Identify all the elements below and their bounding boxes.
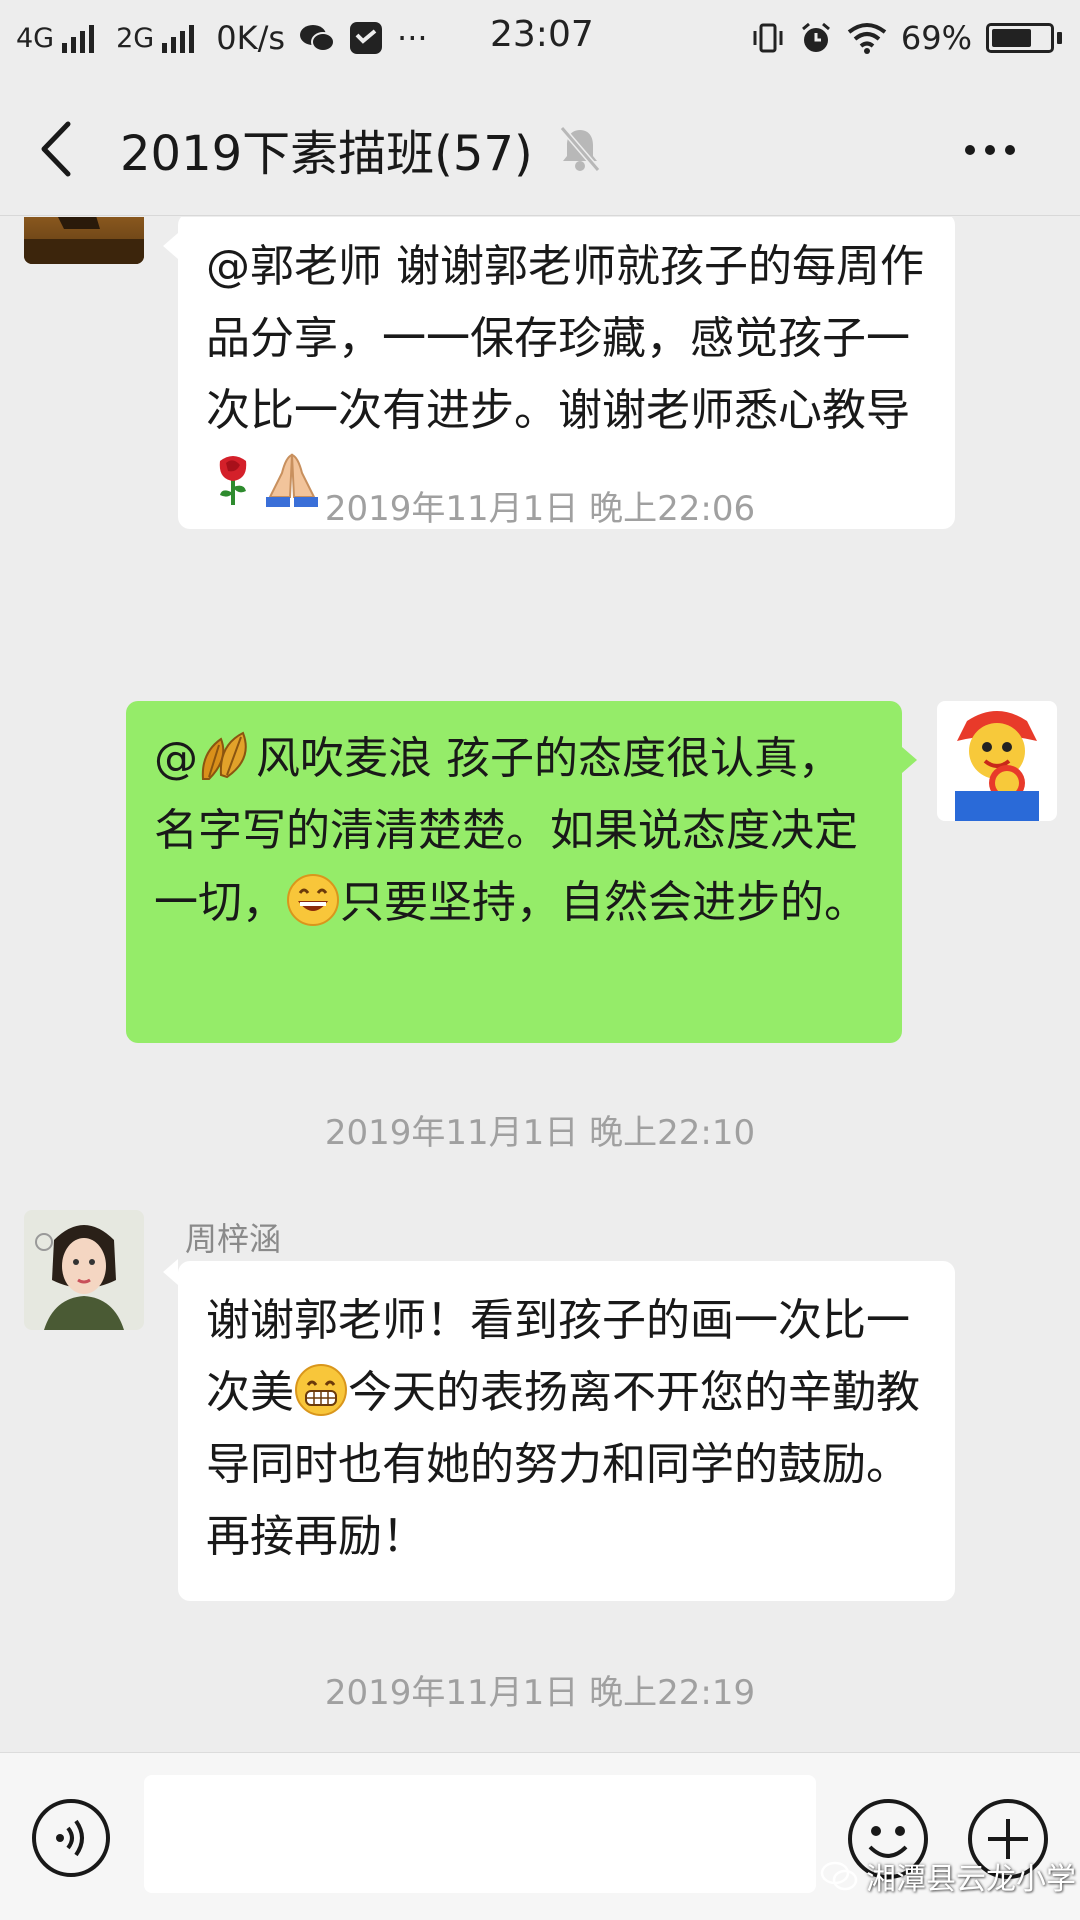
message-timestamp: 2019年11月1日 晚上22:19 <box>324 1673 756 1713</box>
more-notifications: ··· <box>397 19 428 57</box>
cartoon-dragon-avatar <box>937 701 1057 821</box>
signal-icon <box>62 25 95 53</box>
message-bubble-self[interactable]: @ 风吹麦浪 孩子的态度很认真，名字写的清清楚楚。如果说态度决定一切， 只要坚持… <box>126 701 902 1043</box>
message-timestamp: 2019年11月1日 晚上22:10 <box>324 1113 756 1153</box>
status-right: 69% <box>751 19 1062 57</box>
back-button[interactable] <box>28 114 88 184</box>
avatar[interactable] <box>24 217 144 264</box>
vibrate-icon <box>753 23 783 53</box>
battery-percent: 69% <box>900 19 972 57</box>
message-timestamp: 2019年11月1日 晚上22:06 <box>324 489 756 529</box>
wifi-icon <box>847 23 887 54</box>
chat-title: 2019下素描班(57) <box>120 126 533 182</box>
user-photo-avatar <box>24 1210 144 1330</box>
battery-icon <box>986 23 1062 53</box>
avatar-self[interactable] <box>937 701 1057 821</box>
clock: 23:07 <box>490 14 594 55</box>
alarm-icon <box>801 22 830 52</box>
grinning-face-icon <box>295 1364 347 1416</box>
watermark-text: 湘潭县云龙小学 <box>866 1862 1076 1897</box>
avatar[interactable] <box>24 1210 144 1330</box>
battery-fill <box>992 29 1031 47</box>
app-notification-icon <box>350 22 383 54</box>
message-list[interactable]: @郭老师 谢谢郭老师就孩子的每周作品分享，一一保存珍藏，感觉孩子一次比一次有进步… <box>0 217 1080 1752</box>
network-2g: 2G <box>116 23 202 54</box>
status-bar: 4G 2G 0K/s ··· 23:07 69% <box>0 0 1080 76</box>
watermark: 湘潭县云龙小学 <box>820 1854 1076 1898</box>
more-options-button[interactable] <box>962 142 1018 158</box>
wechat-logo-icon <box>820 1861 858 1891</box>
sender-name: 周梓涵 <box>185 1220 282 1258</box>
status-left: 4G 2G 0K/s ··· <box>16 19 428 57</box>
signal-icon <box>162 25 195 53</box>
message-input[interactable] <box>144 1775 816 1893</box>
voice-input-button[interactable] <box>30 1797 112 1879</box>
mute-bell-icon <box>559 126 601 172</box>
message-bubble[interactable]: 谢谢郭老师！看到孩子的画一次比一次美 今天的表扬离不开您的辛勤教导同时也有她的努… <box>178 1261 955 1601</box>
smiling-face-icon <box>287 874 339 926</box>
message-text: @ <box>154 733 198 784</box>
message-text: 只要坚持，自然会进步的。 <box>340 877 868 928</box>
network-4g: 4G <box>16 23 102 54</box>
leaves-icon <box>201 731 247 780</box>
message-text: @郭老师 谢谢郭老师就孩子的每周作品分享，一一保存珍藏，感觉孩子一次比一次有进步… <box>206 241 924 436</box>
network-speed: 0K/s <box>216 19 286 57</box>
deer-sunset-photo <box>24 217 144 264</box>
wechat-icon <box>300 25 336 52</box>
chat-header: 2019下素描班(57) <box>0 76 1080 216</box>
network-2g-label: 2G <box>116 22 155 54</box>
network-4g-label: 4G <box>16 22 55 54</box>
